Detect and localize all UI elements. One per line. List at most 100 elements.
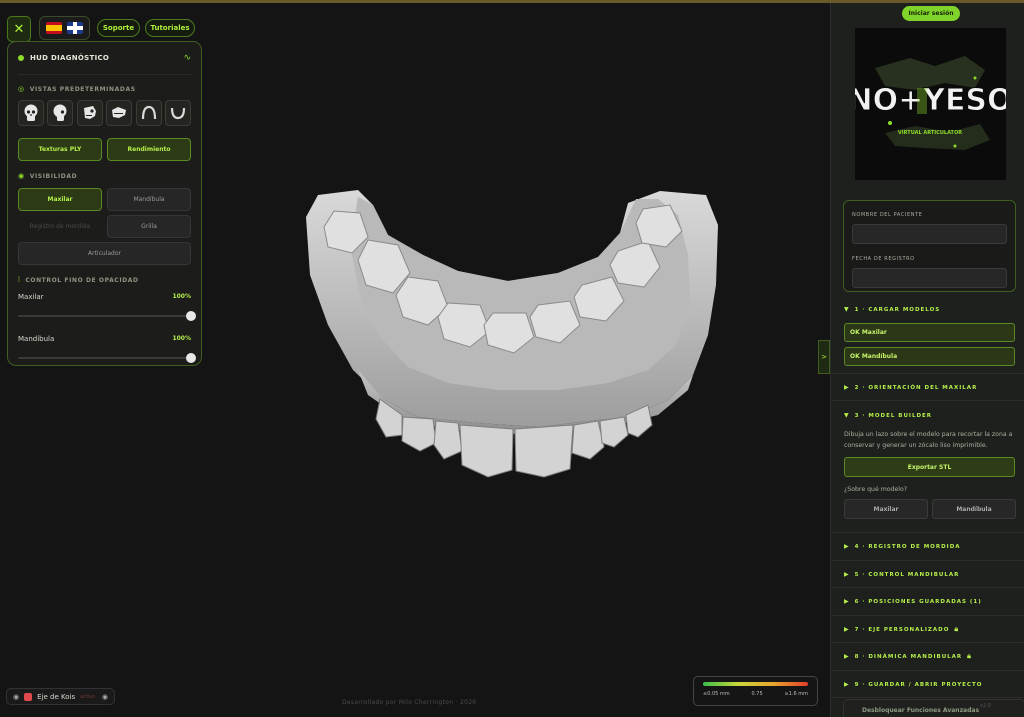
view-skull-jaw-button[interactable] <box>76 100 103 126</box>
legend-mid: 0.75 <box>751 691 763 697</box>
maxilar-opacity-label: Maxilar <box>18 293 44 301</box>
skull-jaw-icon <box>83 106 96 119</box>
section-mandibular-dynamics[interactable]: ▶ 8 · DINÁMICA MANDIBULAR 🔒︎ <box>831 643 1024 671</box>
builder-description: Dibuja un lazo sobre el modelo para reco… <box>844 431 1013 449</box>
toggle-grid-button[interactable]: Grilla <box>107 215 191 238</box>
view-arch-lower-button[interactable] <box>164 100 191 126</box>
patient-name-label: NOMBRE DEL PACIENTE <box>852 212 923 218</box>
toggle-articulator-button[interactable]: Articulador <box>18 242 191 265</box>
section-custom-axis[interactable]: ▶ 7 · EJE PERSONALIZADO 🔒︎ <box>831 616 1024 643</box>
slider-thumb[interactable] <box>186 311 196 321</box>
distance-legend: ≤0.05 mm 0.75 ≥1.6 mm <box>693 676 818 706</box>
flag-uk-icon[interactable] <box>66 22 83 34</box>
mandibula-opacity-slider[interactable] <box>18 353 196 363</box>
eye-icon[interactable]: ◉ <box>13 693 19 701</box>
eye-icon[interactable]: ◉ <box>102 693 108 701</box>
ok-maxilar-button[interactable]: OK Maxilar <box>844 323 1015 342</box>
section-mandibular-control[interactable]: ▶ 5 · CONTROL MANDIBULAR <box>831 561 1024 588</box>
view-skull-front-button[interactable] <box>18 100 44 126</box>
axis-status: activo <box>80 693 96 700</box>
which-model-label: ¿Sobre qué modelo? <box>844 486 908 493</box>
toggle-mandibula-button[interactable]: Mandíbula <box>107 188 191 211</box>
views-section-label: ◎ VISTAS PREDETERMINADAS <box>18 85 136 93</box>
eye-icon: ◉ <box>18 172 25 180</box>
chevron-right-icon: ▶ <box>844 626 850 633</box>
hud-title: HUD DIAGNÓSTICO <box>30 54 110 62</box>
legend-min: ≤0.05 mm <box>703 691 730 697</box>
model-option-maxilar[interactable]: Maxilar <box>844 499 928 519</box>
3d-viewport[interactable]: ✕ Soporte Tutoriales HUD DIAGNÓSTICO ∿ ◎… <box>0 3 830 717</box>
mandible-side-icon <box>112 107 127 118</box>
opacity-section-label: ⫶ CONTROL FINO DE OPACIDAD <box>18 276 139 284</box>
slider-thumb[interactable] <box>186 353 196 363</box>
preset-views <box>18 100 191 126</box>
no-yeso-logo: NO+YESO VIRTUAL ARTICULATOR <box>855 28 1006 180</box>
axis-color-swatch <box>24 692 33 701</box>
support-button[interactable]: Soporte <box>97 19 140 37</box>
section-7-header[interactable]: ▶ 7 · EJE PERSONALIZADO 🔒︎ <box>831 616 1024 643</box>
chevron-right-icon: ▶ <box>844 653 850 660</box>
logo-sub-text: VIRTUAL ARTICULATOR <box>898 130 962 136</box>
model-option-mandibula[interactable]: Mandíbula <box>932 499 1016 519</box>
tutorials-button[interactable]: Tutoriales <box>145 19 195 37</box>
credit-text: Desarrollado por Milo Cherrington · 2026 <box>342 699 477 706</box>
chevron-right-icon: ▶ <box>844 384 850 391</box>
record-date-input[interactable] <box>852 268 1007 288</box>
chevron-right-icon: > <box>821 353 827 361</box>
activity-icon[interactable]: ∿ <box>183 53 191 63</box>
chevron-right-icon: ▶ <box>844 571 850 578</box>
hud-panel: HUD DIAGNÓSTICO ∿ ◎ VISTAS PREDETERMINAD… <box>7 41 202 366</box>
section-saved-positions[interactable]: ▶ 6 · POSICIONES GUARDADAS (1) <box>831 588 1024 616</box>
section-9-header[interactable]: ▶ 9 · GUARDAR / ABRIR PROYECTO <box>831 671 1024 698</box>
section-bite-record[interactable]: ▶ 4 · REGISTRO DE MORDIDA <box>831 533 1024 561</box>
section-6-header[interactable]: ▶ 6 · POSICIONES GUARDADAS (1) <box>831 588 1024 615</box>
arch-upper-icon <box>141 105 156 120</box>
maxilar-opacity-value: 100% <box>172 293 191 300</box>
maxilar-opacity-row: Maxilar 100% <box>18 293 191 301</box>
patient-name-input[interactable] <box>852 224 1007 244</box>
section-8-header[interactable]: ▶ 8 · DINÁMICA MANDIBULAR 🔒︎ <box>831 643 1024 670</box>
section-3-header[interactable]: ▼ 3 · MODEL BUILDER <box>831 402 1024 429</box>
mandibula-opacity-label: Mandíbula <box>18 335 55 343</box>
performance-button[interactable]: Rendimiento <box>107 138 191 161</box>
close-icon: ✕ <box>13 21 25 37</box>
view-arch-upper-button[interactable] <box>135 100 162 126</box>
login-button[interactable]: Iniciar sesión <box>902 6 960 21</box>
panel-toggle-button[interactable]: > <box>818 340 830 374</box>
close-hud-button[interactable]: ✕ <box>7 16 31 42</box>
section-4-header[interactable]: ▶ 4 · REGISTRO DE MORDIDA <box>831 533 1024 560</box>
distance-gradient-bar <box>703 682 808 686</box>
lock-icon: 🔒︎ <box>967 652 972 660</box>
lock-icon: 🔒︎ <box>954 625 960 633</box>
skull-front-icon <box>24 104 38 121</box>
mandibula-opacity-value: 100% <box>172 335 191 342</box>
visibility-section-label: ◉ VISIBILIDAD <box>18 172 78 180</box>
toggle-bite-button[interactable]: Registro de mordida <box>18 215 102 238</box>
section-maxilar-orientation[interactable]: ▶ 2 · ORIENTACIÓN DEL MAXILAR <box>831 374 1024 401</box>
view-mandible-side-button[interactable] <box>106 100 133 126</box>
export-stl-button[interactable]: Exportar STL <box>844 457 1015 477</box>
section-2-header[interactable]: ▶ 2 · ORIENTACIÓN DEL MAXILAR <box>831 374 1024 401</box>
mandibula-opacity-row: Mandíbula 100% <box>18 335 191 343</box>
status-dot <box>18 55 24 61</box>
ok-mandibula-button[interactable]: OK Mandíbula <box>844 347 1015 366</box>
view-skull-side-button[interactable] <box>47 100 74 126</box>
skull-side-icon <box>53 104 67 121</box>
right-panel: Iniciar sesión NO+YESO VIRTUAL ARTICULAT… <box>830 3 1024 717</box>
section-save-open-project[interactable]: ▶ 9 · GUARDAR / ABRIR PROYECTO <box>831 671 1024 698</box>
chevron-right-icon: ▶ <box>844 543 850 550</box>
maxilar-opacity-slider[interactable] <box>18 311 196 321</box>
chevron-right-icon: ▶ <box>844 681 850 688</box>
toggle-maxilar-button[interactable]: Maxilar <box>18 188 102 211</box>
section-5-header[interactable]: ▶ 5 · CONTROL MANDIBULAR <box>831 561 1024 588</box>
unlock-advanced-button[interactable]: Desbloquear Funciones Avanzadas <box>843 699 1024 717</box>
version-label: v2.0 <box>980 703 991 709</box>
dental-arch-model[interactable] <box>298 185 723 480</box>
sliders-icon: ⫶ <box>18 276 21 284</box>
ply-textures-button[interactable]: Texturas PLY <box>18 138 102 161</box>
camera-icon: ◎ <box>18 85 25 93</box>
kois-axis-chip[interactable]: ◉ Eje de Kois activo ◉ <box>6 688 115 705</box>
legend-max: ≥1.6 mm <box>784 691 808 697</box>
flag-spain-icon[interactable] <box>46 22 63 34</box>
section-1-header[interactable]: ▼ 1 · CARGAR MODELOS <box>831 296 1024 323</box>
